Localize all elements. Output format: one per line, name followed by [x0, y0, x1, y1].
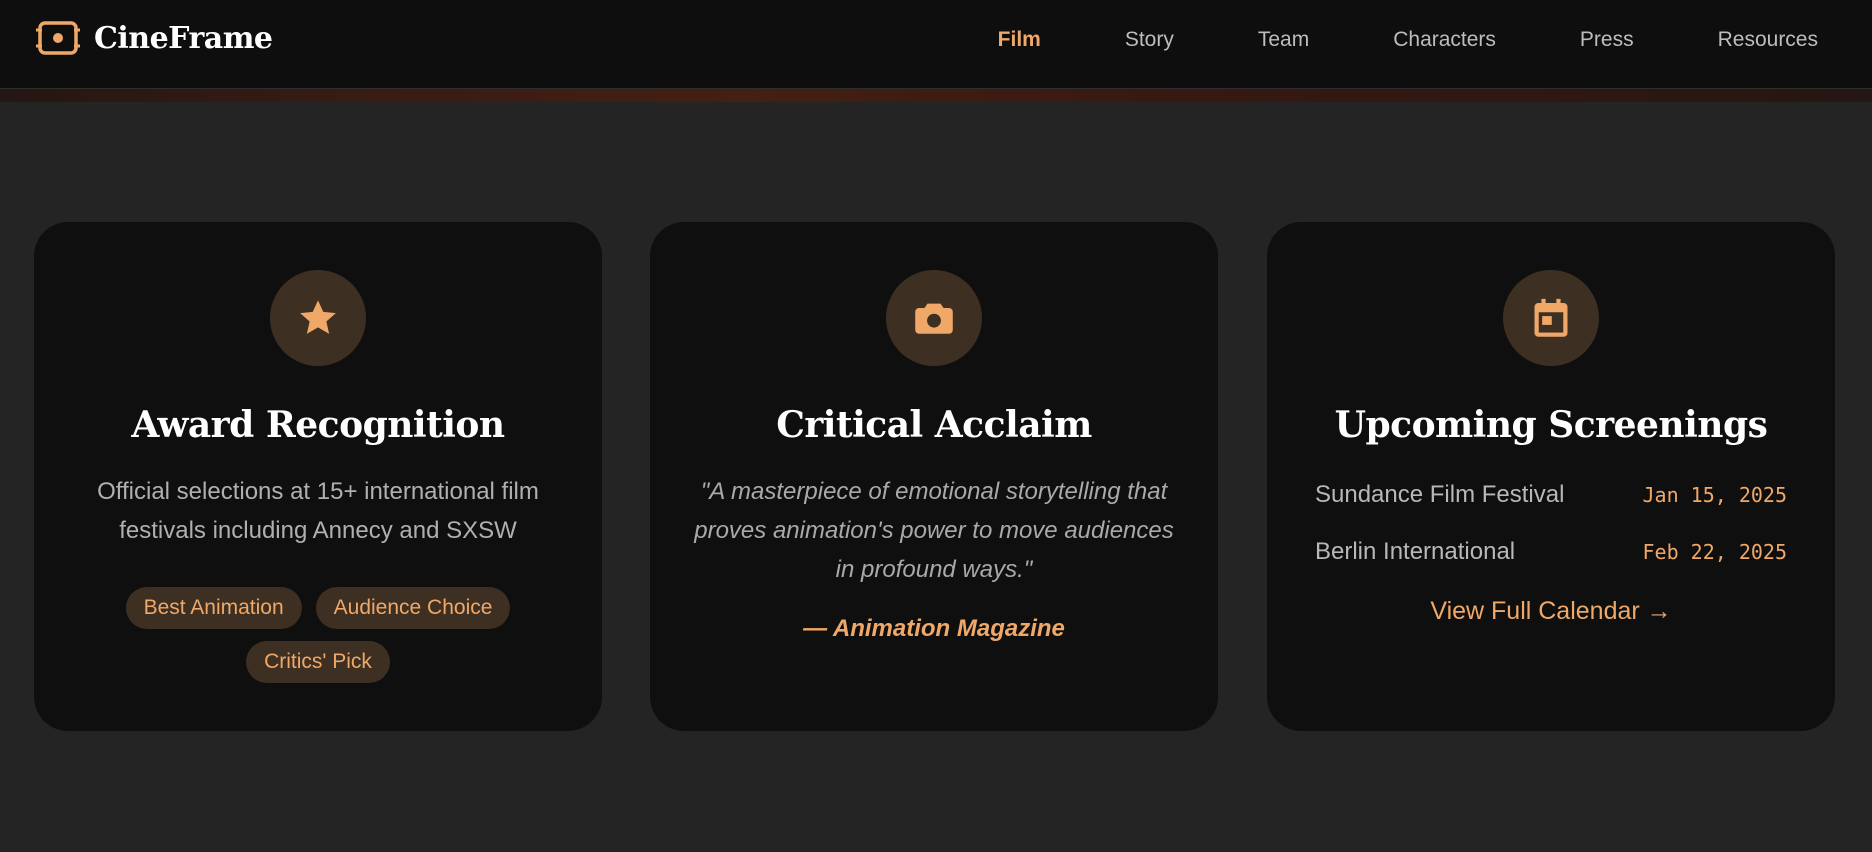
main-nav: Film Story Team Characters Press Resourc… [998, 0, 1818, 80]
nav-link-story[interactable]: Story [1125, 28, 1174, 52]
view-full-calendar-link[interactable]: View Full Calendar → [1267, 597, 1835, 626]
nav-link-film[interactable]: Film [998, 28, 1041, 52]
brand-name: CineFrame [94, 20, 273, 56]
camera-icon [915, 303, 953, 334]
critical-acclaim-card: Critical Acclaim "A masterpiece of emoti… [650, 222, 1218, 731]
screening-name: Sundance Film Festival [1315, 481, 1565, 508]
screening-date: Jan 15, 2025 [1642, 483, 1788, 507]
calendar-icon [1534, 298, 1568, 337]
card-title: Award Recognition [131, 404, 505, 446]
brand-logo[interactable]: CineFrame [36, 20, 273, 56]
review-quote: "A masterpiece of emotional storytelling… [694, 478, 1174, 583]
nav-link-team[interactable]: Team [1258, 28, 1309, 52]
card-title: Critical Acclaim [776, 404, 1092, 446]
calendar-icon-badge [1503, 270, 1599, 366]
award-badge: Critics' Pick [246, 641, 390, 683]
list-item: Berlin International Feb 22, 2025 [1315, 534, 1787, 570]
screening-name: Berlin International [1315, 538, 1516, 565]
screenings-list: Sundance Film Festival Jan 15, 2025 Berl… [1315, 477, 1787, 591]
film-frame-icon [36, 21, 80, 55]
screening-date: Feb 22, 2025 [1642, 540, 1788, 564]
top-navbar: CineFrame Film Story Team Characters Pre… [0, 0, 1872, 89]
award-badge: Audience Choice [315, 587, 511, 629]
upcoming-screenings-card: Upcoming Screenings Sundance Film Festiv… [1267, 222, 1835, 731]
award-badges: Best Animation Audience Choice Critics' … [74, 587, 562, 683]
nav-link-press[interactable]: Press [1580, 28, 1634, 52]
nav-link-resources[interactable]: Resources [1718, 28, 1818, 52]
nav-link-characters[interactable]: Characters [1393, 28, 1496, 52]
list-item: Sundance Film Festival Jan 15, 2025 [1315, 477, 1787, 513]
card-title: Upcoming Screenings [1334, 404, 1768, 446]
award-badge: Best Animation [125, 587, 302, 629]
star-icon [300, 300, 336, 334]
card-description: Official selections at 15+ international… [97, 478, 539, 544]
camera-icon-badge [886, 270, 982, 366]
award-recognition-card: Award Recognition Official selections at… [34, 222, 602, 731]
review-source: — Animation Magazine [803, 615, 1065, 642]
star-icon-badge [270, 270, 366, 366]
